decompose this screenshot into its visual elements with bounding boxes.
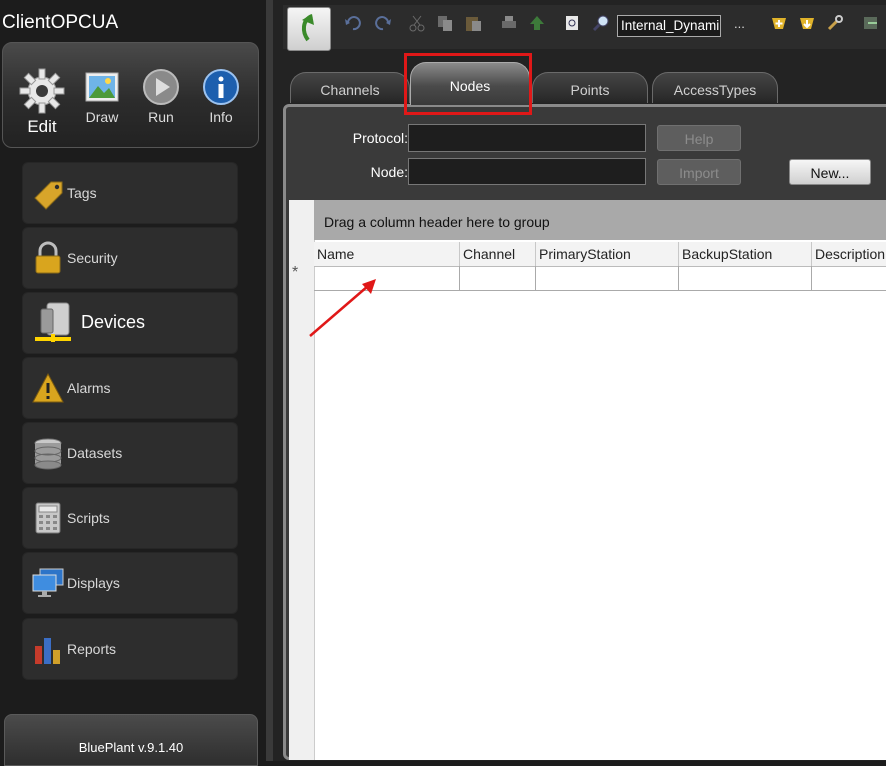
monitor-icon [32, 568, 64, 597]
sidebar-item-label: Reports [67, 641, 117, 657]
sidebar-item-reports[interactable]: Reports [22, 618, 238, 680]
version-text: BluePlant v.9.1.40 [78, 740, 184, 755]
version-bar: BluePlant v.9.1.40 [4, 714, 258, 766]
sidebar-item-label: Scripts [67, 510, 110, 526]
warning-icon [32, 372, 64, 403]
play-icon [143, 69, 179, 105]
download-icon[interactable] [798, 14, 816, 32]
sidebar-item-displays[interactable]: Displays [22, 552, 238, 614]
navigate-button[interactable] [287, 7, 331, 51]
picture-icon [85, 72, 119, 102]
edit-mode-button[interactable]: Edit [17, 67, 67, 137]
new-row-cell[interactable] [679, 266, 812, 290]
bar-chart-icon [35, 638, 60, 664]
sidebar-item-label: Displays [67, 575, 120, 591]
device-icon [35, 302, 71, 342]
help-button[interactable]: Help [657, 125, 741, 151]
app-title: ClientOPCUA [2, 12, 119, 33]
new-row[interactable] [314, 266, 886, 291]
sidebar-item-scripts[interactable]: Scripts [22, 487, 238, 549]
sidebar-item-label: Alarms [67, 380, 111, 396]
sidebar-item-datasets[interactable]: Datasets [22, 422, 238, 484]
edit-mode-label: Edit [27, 117, 57, 136]
cut-icon[interactable] [408, 14, 426, 32]
column-header-backupstation[interactable]: BackupStation [679, 242, 812, 266]
new-row-cell[interactable] [536, 266, 679, 290]
column-header-name[interactable]: Name [314, 242, 460, 266]
highlight-box [404, 53, 532, 115]
sidebar-item-alarms[interactable]: Alarms [22, 357, 238, 419]
sidebar-item-label: Tags [67, 185, 97, 201]
tab-channels[interactable]: Channels [290, 72, 410, 103]
protocol-field[interactable] [408, 124, 646, 152]
copy-icon[interactable] [436, 14, 454, 32]
ellipsis-button[interactable]: ... [734, 16, 745, 31]
column-header-channel[interactable]: Channel [460, 242, 536, 266]
draw-mode-label: Draw [85, 109, 119, 125]
annotation-arrow [309, 279, 376, 337]
tab-accesstypes[interactable]: AccessTypes [652, 72, 778, 103]
print-icon[interactable] [500, 14, 518, 32]
database-icon [34, 438, 62, 470]
info-mode-label: Info [209, 109, 233, 125]
padlock-icon [35, 241, 61, 274]
info-mode-button[interactable]: Info [196, 67, 246, 125]
run-mode-button[interactable]: Run [136, 67, 186, 125]
new-row-marker: * [292, 264, 299, 281]
export-icon[interactable] [862, 14, 880, 32]
node-label: Node: [370, 164, 408, 180]
undo-icon[interactable] [344, 14, 362, 32]
mode-panel: Edit Draw Run Info [2, 42, 259, 148]
redo-icon[interactable] [374, 14, 392, 32]
sidebar-item-label: Devices [81, 312, 146, 332]
column-header-row: Name Channel PrimaryStation BackupStatio… [314, 242, 886, 267]
paste-icon[interactable] [464, 14, 482, 32]
run-mode-label: Run [148, 109, 174, 125]
search-icon[interactable] [592, 14, 610, 32]
find-icon[interactable] [564, 14, 582, 32]
sidebar-item-tags[interactable]: Tags [22, 162, 238, 224]
search-input[interactable]: Internal_Dynami [617, 15, 721, 37]
up-arrow-icon[interactable] [528, 14, 546, 32]
draw-mode-button[interactable]: Draw [77, 67, 127, 125]
sidebar-item-label: Security [67, 250, 118, 266]
tools-icon[interactable] [826, 14, 844, 32]
new-button[interactable]: New... [789, 159, 871, 185]
splitter[interactable] [266, 0, 273, 761]
gear-icon [19, 68, 65, 114]
add-to-project-icon[interactable] [770, 14, 788, 32]
calculator-icon [35, 502, 61, 534]
new-row-cell[interactable] [460, 266, 536, 290]
sidebar-item-devices[interactable]: Devices [22, 292, 238, 354]
group-by-panel[interactable]: Drag a column header here to group [314, 200, 886, 240]
sidebar-item-security[interactable]: Security [22, 227, 238, 289]
import-button[interactable]: Import [657, 159, 741, 185]
tag-icon [34, 181, 63, 210]
info-icon [203, 69, 239, 105]
node-field[interactable] [408, 158, 646, 185]
protocol-label: Protocol: [352, 130, 408, 146]
green-arrow-icon [301, 14, 314, 42]
sidebar-item-label: Datasets [67, 445, 123, 461]
column-header-primarystation[interactable]: PrimaryStation [536, 242, 679, 266]
column-header-description[interactable]: Description [812, 242, 886, 266]
tab-points[interactable]: Points [532, 72, 648, 103]
